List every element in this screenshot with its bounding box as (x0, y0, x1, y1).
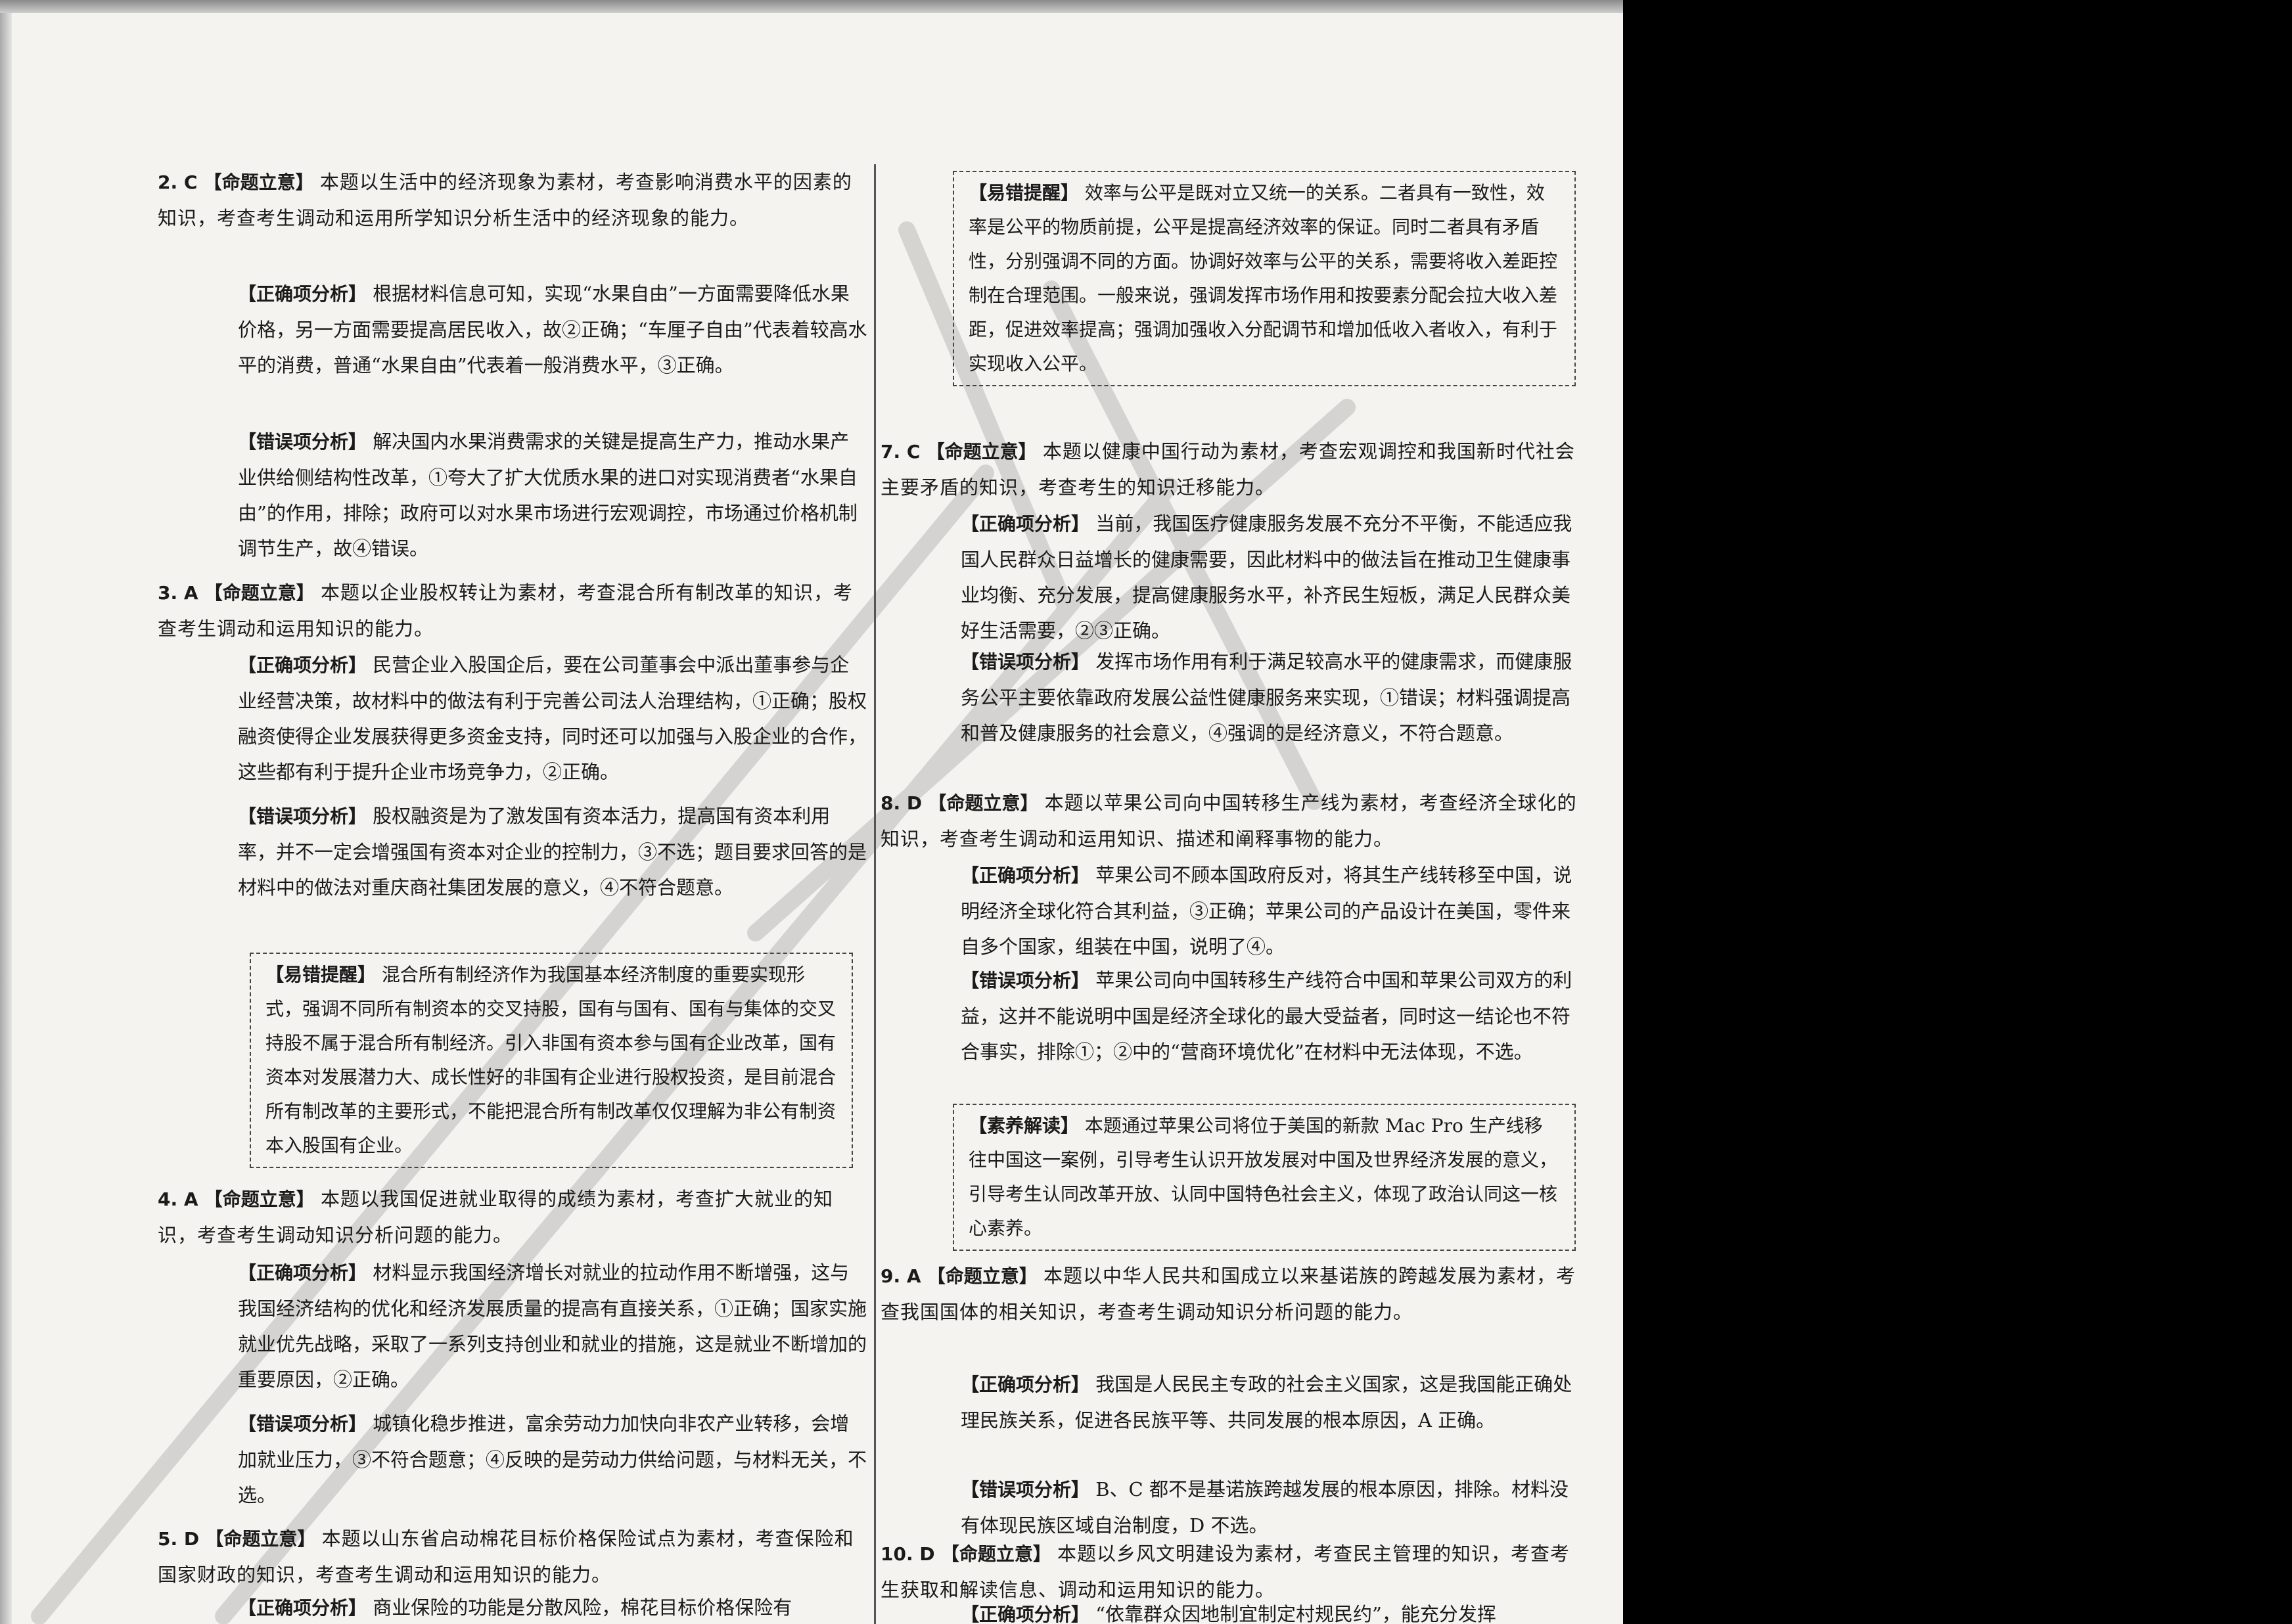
intent-tag: 【命题立意】 (204, 1188, 315, 1210)
q8-literacy-box: 【素养解读】 本题通过苹果公司将位于美国的新款 Mac Pro 生产线移往中国这… (953, 1104, 1576, 1251)
intent-tag: 【命题立意】 (926, 441, 1037, 462)
answer-page: 2. C 【命题立意】 本题以生活中的经济现象为素材，考查影响消费水平的因素的知… (0, 13, 1623, 1624)
correct-tag: 【正确项分析】 (238, 1262, 367, 1284)
wrong-tag: 【错误项分析】 (238, 805, 367, 827)
q2-wrong: 【错误项分析】 解决国内水果消费需求的关键是提高生产力，推动水果产业供给侧结构性… (158, 424, 867, 566)
wrong-tag: 【错误项分析】 (238, 431, 367, 453)
q7-intent: 7. C 【命题立意】 本题以健康中国行动为素材，考查宏观调控和我国新时代社会主… (881, 434, 1577, 505)
left-column: 2. C 【命题立意】 本题以生活中的经济现象为素材，考查影响消费水平的因素的知… (158, 13, 867, 1624)
question-number: 2. C (158, 171, 198, 193)
correct-tag: 【正确项分析】 (961, 865, 1090, 886)
q8-intent: 8. D 【命题立意】 本题以苹果公司向中国转移生产线为素材，考查经济全球化的知… (881, 785, 1577, 857)
q3-wrong: 【错误项分析】 股权融资是为了激发国有资本活力，提高国有资本利用率，并不一定会增… (158, 798, 867, 905)
wrong-tag: 【错误项分析】 (961, 970, 1090, 991)
binding-edge (0, 13, 12, 1624)
intent-tag: 【命题立意】 (928, 792, 1039, 814)
q7-wrong: 【错误项分析】 发挥市场作用有利于满足较高水平的健康需求，而健康服务公平主要依靠… (881, 644, 1577, 751)
intent-tag: 【命题立意】 (940, 1543, 1051, 1565)
q5-correct: 【正确项分析】 商业保险的功能是分散风险，棉花目标价格保险有 (158, 1590, 867, 1624)
q8-correct: 【正确项分析】 苹果公司不顾本国政府反对，将其生产线转移至中国，说明经济全球化符… (881, 857, 1577, 964)
q4-wrong: 【错误项分析】 城镇化稳步推进，富余劳动力加快向非农产业转移，会增加就业压力，③… (158, 1406, 867, 1513)
q7-correct: 【正确项分析】 当前，我国医疗健康服务发展不充分不平衡，不能适应我国人民群众日益… (881, 506, 1577, 648)
correct-tag: 【正确项分析】 (238, 1597, 367, 1619)
question-number: 9. A (881, 1265, 921, 1287)
intent-tag: 【命题立意】 (203, 171, 314, 193)
wrong-tag: 【错误项分析】 (238, 1413, 367, 1435)
q9-wrong: 【错误项分析】 B、C 都不是基诺族跨越发展的根本原因，排除。材料没有体现民族区… (881, 1472, 1577, 1543)
wrong-tag: 【错误项分析】 (961, 651, 1090, 673)
correct-tag: 【正确项分析】 (238, 283, 367, 305)
intent-tag: 【命题立意】 (927, 1265, 1038, 1287)
q3-correct: 【正确项分析】 民营企业入股国企后，要在公司董事会中派出董事参与企业经营决策，故… (158, 647, 867, 790)
q9-intent: 9. A 【命题立意】 本题以中华人民共和国成立以来基诺族的跨越发展为素材，考查… (881, 1258, 1577, 1330)
correct-tag: 【正确项分析】 (238, 654, 367, 676)
correct-tag: 【正确项分析】 (961, 1604, 1090, 1624)
question-number: 3. A (158, 582, 198, 604)
question-number: 10. D (881, 1543, 935, 1565)
intent-tag: 【命题立意】 (204, 582, 315, 604)
q8-wrong: 【错误项分析】 苹果公司向中国转移生产线符合中国和苹果公司双方的利益，这并不能说… (881, 962, 1577, 1070)
reminder-tag: 【易错提醒】 (969, 182, 1080, 204)
question-number: 4. A (158, 1188, 198, 1210)
question-number: 5. D (158, 1528, 200, 1550)
q4-intent: 4. A 【命题立意】 本题以我国促进就业取得的成绩为素材，考查扩大就业的知识，… (158, 1181, 867, 1253)
q2-intent: 2. C 【命题立意】 本题以生活中的经济现象为素材，考查影响消费水平的因素的知… (158, 164, 867, 236)
correct-text: 商业保险的功能是分散风险，棉花目标价格保险有 (373, 1596, 792, 1619)
question-number: 8. D (881, 792, 923, 814)
reminder-tag: 【易错提醒】 (265, 964, 377, 985)
wrong-tag: 【错误项分析】 (961, 1479, 1090, 1500)
correct-tag: 【正确项分析】 (961, 1374, 1090, 1395)
q3-reminder-box: 【易错提醒】 混合所有制经济作为我国基本经济制度的重要实现形式，强调不同所有制资… (250, 953, 853, 1168)
question-number: 7. C (881, 441, 921, 462)
q4-correct: 【正确项分析】 材料显示我国经济增长对就业的拉动作用不断增强，这与我国经济结构的… (158, 1255, 867, 1397)
q6-reminder-box: 【易错提醒】 效率与公平是既对立又统一的关系。二者具有一致性，效率是公平的物质前… (953, 171, 1576, 386)
q2-correct: 【正确项分析】 根据材料信息可知，实现“水果自由”一方面需要降低水果价格，另一方… (158, 276, 867, 383)
correct-tag: 【正确项分析】 (961, 513, 1090, 535)
literacy-tag: 【素养解读】 (969, 1115, 1080, 1137)
q5-intent: 5. D 【命题立意】 本题以山东省启动棉花目标价格保险试点为素材，考查保险和国… (158, 1521, 867, 1592)
column-divider (874, 164, 876, 1624)
reminder-text: 混合所有制经济作为我国基本经济制度的重要实现形式，强调不同所有制资本的交叉持股，… (265, 964, 837, 1156)
q10-correct: 【正确项分析】 “依靠群众因地制宜制定村规民约”，能充分发挥 (881, 1596, 1577, 1624)
intent-tag: 【命题立意】 (205, 1528, 316, 1550)
q3-intent: 3. A 【命题立意】 本题以企业股权转让为素材，考查混合所有制改革的知识，考查… (158, 575, 867, 646)
correct-text: “依靠群众因地制宜制定村规民约”，能充分发挥 (1095, 1603, 1496, 1624)
scan-top-edge (0, 0, 1623, 13)
q9-correct: 【正确项分析】 我国是人民民主专政的社会主义国家，这是我国能正确处理民族关系，促… (881, 1366, 1577, 1438)
reminder-text: 效率与公平是既对立又统一的关系。二者具有一致性，效率是公平的物质前提，公平是提高… (969, 182, 1558, 374)
right-column: 【易错提醒】 效率与公平是既对立又统一的关系。二者具有一致性，效率是公平的物质前… (881, 13, 1577, 1624)
